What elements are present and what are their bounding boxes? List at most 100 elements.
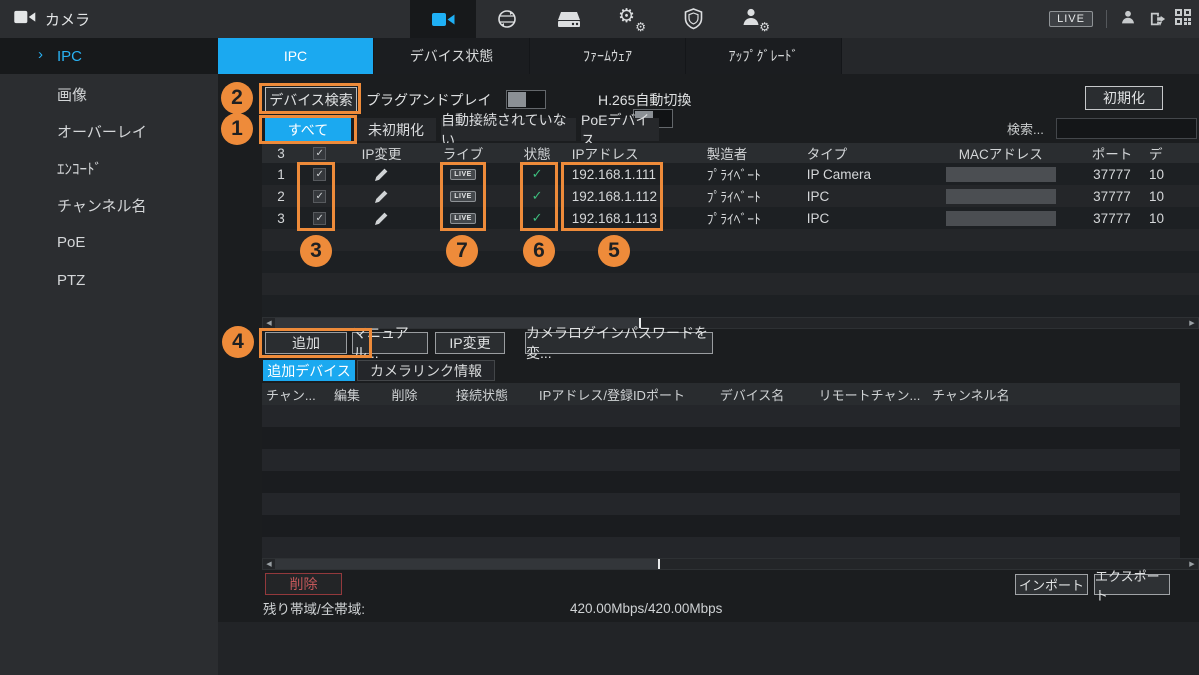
qr-code-icon[interactable] — [1175, 9, 1191, 30]
edit-ip-icon[interactable] — [340, 190, 424, 203]
topbar-right: LIVE ▾ — [1049, 0, 1191, 38]
annotation-box-5 — [561, 162, 663, 231]
sidebar-item-encode[interactable]: ｴﾝｺｰﾄﾞ — [0, 150, 218, 187]
topbar-divider — [1106, 10, 1107, 28]
scroll-right-icon[interactable]: ▶ — [1186, 319, 1198, 327]
tab-added-device[interactable]: 追加デバイス — [263, 360, 355, 381]
mac-redacted — [946, 189, 1056, 204]
page-tabbar: IPC デバイス状態 ﾌｧｰﾑｳｪｱ ｱｯﾌﾟｸﾞﾚｰﾄﾞ — [218, 38, 1199, 74]
bandwidth-label: 残り帯域/全帯域: — [263, 599, 365, 617]
initialize-button[interactable]: 初期化 — [1085, 86, 1163, 110]
table-empty-row — [262, 229, 1199, 251]
content-footer — [218, 622, 1199, 675]
added-table-empty-row — [262, 493, 1180, 515]
annotation-marker-7: 7 — [446, 235, 478, 267]
annotation-box-3 — [297, 162, 335, 231]
col-delete: 削除 — [372, 385, 437, 404]
edit-ip-icon[interactable] — [340, 168, 424, 181]
sidebar-item-overlay[interactable]: オーバーレイ — [0, 113, 218, 150]
annotation-box-6 — [520, 162, 558, 231]
sidebar-item-ipc[interactable]: › IPC — [0, 38, 218, 74]
annotation-marker-3: 3 — [300, 235, 332, 267]
col-channel: チャン... — [262, 385, 322, 404]
added-table-empty-row — [262, 515, 1180, 537]
tab-ipc[interactable]: IPC — [218, 38, 374, 74]
sidebar: › IPC 画像 オーバーレイ ｴﾝｺｰﾄﾞ チャンネル名 PoE PTZ — [0, 38, 218, 675]
sidebar-item-poe[interactable]: PoE — [0, 224, 218, 261]
added-table-empty-row — [262, 471, 1180, 493]
sidebar-item-ptz[interactable]: PTZ — [0, 262, 218, 299]
tab-firmware[interactable]: ﾌｧｰﾑｳｪｱ — [530, 38, 686, 74]
device-row: 1 ✓ LIVE ✓ 192.168.1.111 ﾌﾟﾗｲﾍﾞｰﾄ IP Cam… — [262, 163, 1199, 185]
topbar: カメラ ⚙⚙ ⚙ — [0, 0, 1199, 38]
device-table-header: 3 ✓ IP変更 ライブ 状態 IPアドレス 製造者 タイプ MACアドレス ポ… — [262, 143, 1199, 163]
logout-icon[interactable]: ▾ — [1149, 11, 1162, 28]
scroll-left-icon[interactable]: ◀ — [263, 560, 275, 568]
filter-not-auto-connected[interactable]: 自動接続されていない — [441, 118, 576, 141]
added-table-empty-row — [262, 427, 1180, 449]
annotation-box-7 — [440, 162, 486, 231]
added-table-empty-row — [262, 405, 1180, 427]
device-row: 2 ✓ LIVE ✓ 192.168.1.112 ﾌﾟﾗｲﾍﾞｰﾄ IPC 37… — [262, 185, 1199, 207]
col-status: 状態 — [503, 143, 572, 163]
col-clipped: デ — [1149, 143, 1199, 163]
tab-camera-link-info[interactable]: カメラリンク情報 — [357, 360, 495, 381]
tab-upgrade[interactable]: ｱｯﾌﾟｸﾞﾚｰﾄﾞ — [686, 38, 842, 74]
device-table: 3 ✓ IP変更 ライブ 状態 IPアドレス 製造者 タイプ MACアドレス ポ… — [262, 143, 1199, 317]
device-count: 3 — [262, 146, 300, 161]
added-device-table: チャン... 編集 削除 接続状態 IPアドレス/登録IDポート デバイス名 リ… — [262, 383, 1180, 559]
export-button[interactable]: エクスポート — [1094, 574, 1170, 595]
annotation-box-2 — [259, 83, 361, 114]
col-remote-channel: リモートチャン... — [807, 385, 932, 404]
mac-redacted — [946, 167, 1056, 182]
search-input[interactable] — [1056, 118, 1197, 139]
nav-security-icon[interactable] — [662, 0, 724, 38]
filter-poe-device[interactable]: PoEデバイス — [581, 118, 659, 141]
nav-network-icon[interactable] — [476, 0, 538, 38]
col-mac-address: MACアドレス — [927, 143, 1075, 163]
nav-system-settings-icon[interactable]: ⚙⚙ — [600, 0, 662, 38]
camera-settings-window: カメラ ⚙⚙ ⚙ — [0, 0, 1199, 675]
select-all-checkbox[interactable]: ✓ — [313, 147, 326, 160]
modify-ip-button[interactable]: IP変更 — [435, 332, 505, 354]
scroll-left-icon[interactable]: ◀ — [263, 319, 275, 327]
col-channel-name: チャンネル名 — [932, 385, 1062, 404]
live-button[interactable]: LIVE — [1049, 11, 1093, 27]
plug-and-play-toggle[interactable] — [506, 90, 546, 109]
scroll-right-icon[interactable]: ▶ — [1186, 560, 1198, 568]
sidebar-item-channel-name[interactable]: チャンネル名 — [0, 187, 218, 224]
col-manufacturer: 製造者 — [707, 143, 807, 163]
sidebar-item-image[interactable]: 画像 — [0, 76, 218, 113]
delete-button[interactable]: 削除 — [265, 573, 342, 595]
annotation-box-4 — [259, 328, 372, 358]
annotation-marker-4: 4 — [222, 326, 254, 358]
nav-camera-icon[interactable] — [410, 0, 476, 38]
annotation-marker-2: 2 — [221, 82, 253, 114]
edit-ip-icon[interactable] — [340, 212, 424, 225]
annotation-box-1 — [259, 115, 357, 144]
added-table-scrollbar[interactable]: ◀ ▶ — [262, 558, 1199, 570]
nav-storage-icon[interactable] — [538, 0, 600, 38]
active-item-caret: › — [38, 46, 43, 63]
device-row: 3 ✓ LIVE ✓ 192.168.1.113 ﾌﾟﾗｲﾍﾞｰﾄ IPC 37… — [262, 207, 1199, 229]
user-icon[interactable] — [1120, 9, 1136, 30]
col-modify-ip: IP変更 — [340, 143, 424, 163]
main-nav: ⚙⚙ ⚙ — [410, 0, 786, 38]
import-button[interactable]: インポート — [1015, 574, 1088, 595]
col-live: ライブ — [424, 143, 503, 163]
table-empty-row — [262, 295, 1199, 317]
col-device-name: デバイス名 — [697, 385, 807, 404]
change-camera-password-button[interactable]: カメラログインパスワードを変... — [525, 332, 713, 354]
filter-uninitialized[interactable]: 未初期化 — [356, 118, 436, 141]
tab-device-status[interactable]: デバイス状態 — [374, 38, 530, 74]
table-empty-row — [262, 273, 1199, 295]
added-table-empty-row — [262, 449, 1180, 471]
col-port: ポート — [1075, 143, 1149, 163]
annotation-marker-6: 6 — [523, 235, 555, 267]
mac-redacted — [946, 211, 1056, 226]
col-type: タイプ — [807, 143, 927, 163]
nav-account-icon[interactable]: ⚙ — [724, 0, 786, 38]
annotation-marker-5: 5 — [598, 235, 630, 267]
annotation-marker-1: 1 — [221, 113, 253, 145]
plug-and-play-label: プラグアンドプレイ — [366, 87, 491, 112]
